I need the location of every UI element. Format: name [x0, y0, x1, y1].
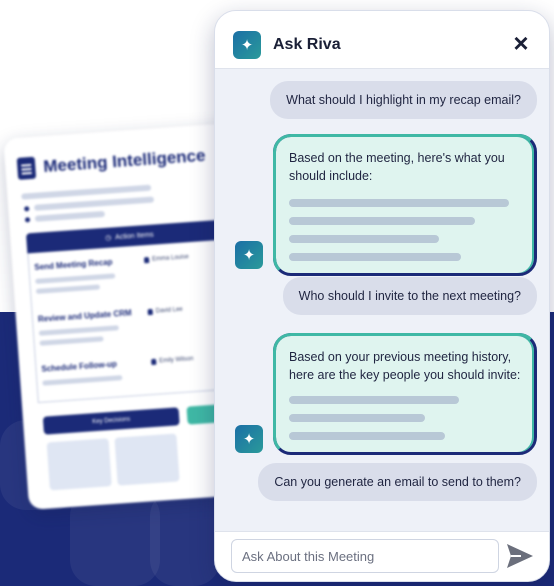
placeholder-line	[289, 396, 459, 405]
person-icon	[143, 256, 150, 264]
placeholder-line	[289, 235, 439, 244]
person-icon	[151, 358, 157, 366]
chat-header: ✦ Ask Riva ×	[215, 11, 549, 69]
placeholder-line	[34, 210, 106, 222]
bullet	[24, 217, 31, 223]
placeholder-line	[289, 432, 445, 441]
assistant-message-text: Based on your previous meeting history, …	[289, 350, 521, 383]
placeholder-line	[289, 217, 475, 226]
ask-meeting-input[interactable]	[231, 539, 499, 573]
chat-title: Ask Riva	[273, 36, 341, 53]
placeholder-line	[289, 199, 509, 208]
card-title-row: Meeting Intelligence	[16, 145, 207, 180]
assistant-message-text: Based on the meeting, here's what you sh…	[289, 151, 505, 184]
key-decisions-button: Key Decisions	[42, 407, 180, 435]
riva-sparkle-icon: ✦	[235, 425, 263, 453]
document-icon	[16, 156, 37, 180]
placeholder-line	[33, 196, 155, 211]
decorative-shape	[150, 490, 220, 586]
assistant-message: Based on your previous meeting history, …	[273, 333, 537, 456]
placeholder-line	[289, 253, 461, 262]
person-icon	[147, 308, 153, 316]
placeholder-line	[289, 414, 425, 423]
card-title: Meeting Intelligence	[42, 145, 207, 177]
user-message: Can you generate an email to send to the…	[258, 463, 537, 501]
check-circle-icon: ◷	[104, 234, 112, 242]
user-message: What should I highlight in my recap emai…	[270, 81, 537, 119]
chat-footer	[215, 531, 549, 581]
ask-riva-panel: ✦ Ask Riva × What should I highlight in …	[214, 10, 550, 582]
riva-sparkle-icon: ✦	[233, 31, 261, 59]
decision-tile	[46, 438, 112, 491]
bullet	[24, 206, 30, 212]
assistant-message: Based on the meeting, here's what you sh…	[273, 134, 537, 277]
close-icon[interactable]: ×	[509, 30, 533, 56]
decision-tile	[114, 433, 180, 486]
send-icon[interactable]	[505, 542, 535, 570]
riva-sparkle-icon: ✦	[235, 241, 263, 269]
user-message: Who should I invite to the next meeting?	[282, 277, 537, 315]
